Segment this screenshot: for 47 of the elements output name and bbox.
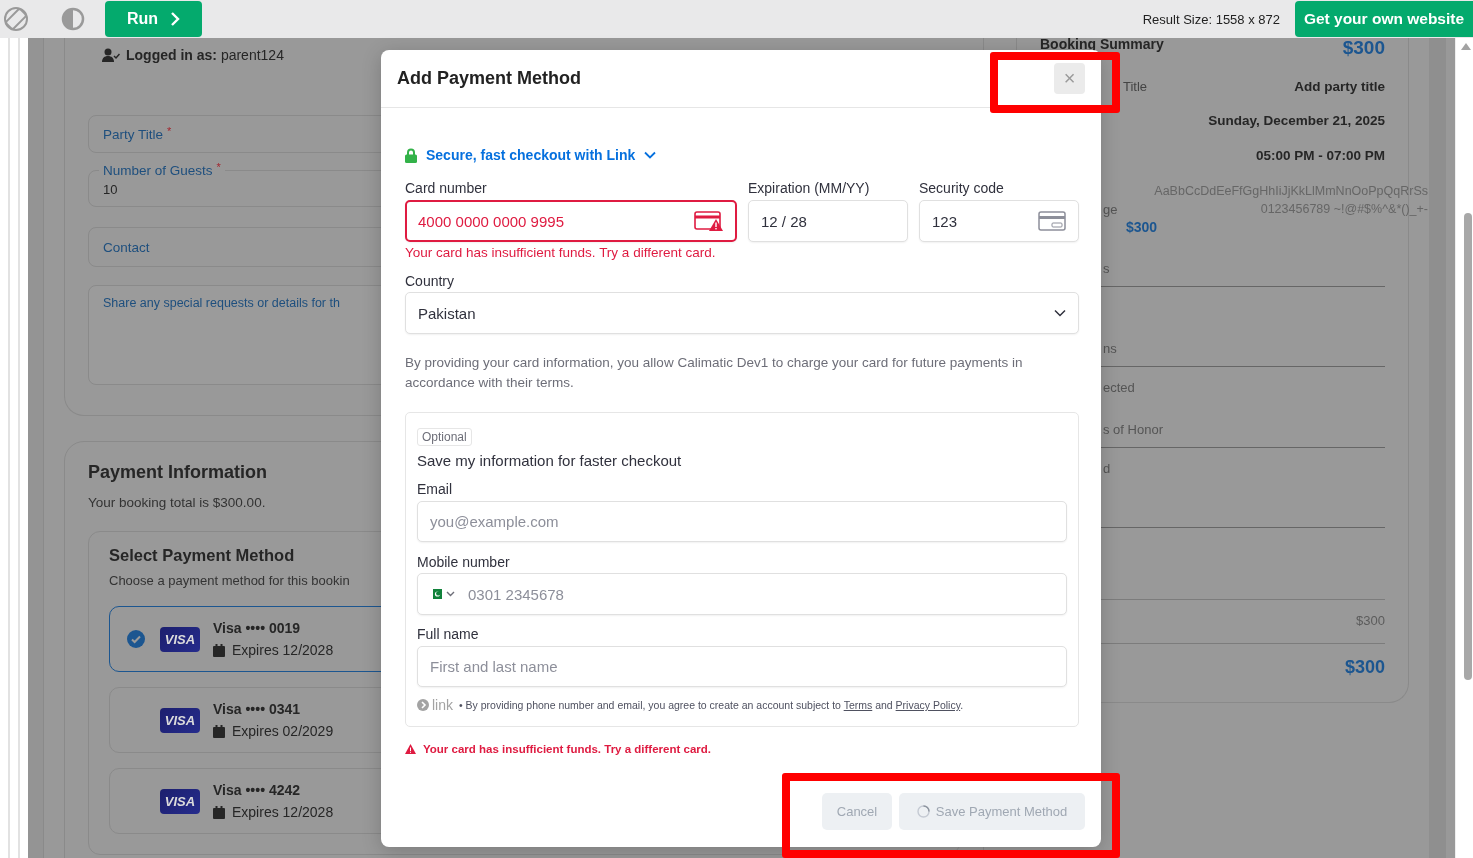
field-label: Security code: [919, 179, 1005, 197]
dialog-title: Add Payment Method: [397, 68, 581, 89]
summary-value: Sunday, December 21, 2025: [1208, 113, 1385, 128]
required-mark: *: [167, 125, 172, 137]
consent-text: By providing your card information, you allow Calimatic Dev1 to charge your card for future payments in accordance with their terms.: [405, 354, 1024, 392]
card-expiry: Expires 12/2028: [232, 803, 334, 822]
card-name: Visa •••• 4242: [213, 781, 302, 800]
card-expiry: Expires 12/2028: [232, 641, 334, 660]
save-info-title: Save my information for faster checkout: [417, 451, 683, 471]
field-label: Full name: [417, 625, 480, 643]
field-label: Email: [417, 480, 453, 498]
summary-label: s: [1103, 260, 1110, 278]
summary-label: ns: [1103, 340, 1117, 358]
summary-label: ected: [1103, 379, 1135, 397]
summary-title: Booking Summary: [1040, 38, 1164, 50]
summary-label: d: [1103, 460, 1111, 478]
summary-amount: $300: [1342, 38, 1385, 58]
card-expiry: Expires 02/2029: [232, 722, 334, 741]
error-message: Your card has insufficient funds. Try a different card.: [423, 742, 711, 757]
card-brand-logo: VISA: [160, 707, 200, 733]
summary-amount: $300: [1126, 219, 1158, 235]
summary-value: Add party title: [1294, 78, 1385, 94]
summary-label: ge: [1103, 201, 1118, 217]
subtotal-amount: $300: [1356, 612, 1385, 630]
section-subtitle: Your booking total is $300.00.: [88, 494, 266, 512]
field-label: Country: [405, 272, 456, 290]
field-label: Card number: [405, 179, 488, 197]
panel-subtitle: Choose a payment method for this bookin: [109, 572, 350, 590]
optional-badge: Optional: [417, 428, 472, 446]
error-text: Your card has insufficient funds. Try a different card.: [405, 245, 717, 261]
result-size-text: Result Size: 1558 x 872: [1142, 11, 1280, 27]
section-title: Payment Information: [88, 461, 268, 484]
summary-label: Title: [1123, 78, 1148, 94]
card-name: Visa •••• 0019: [213, 619, 302, 638]
terms-text: • By providing phone number and email, you agree to create an account subject to Terms and Privacy Policy.: [459, 698, 964, 713]
summary-label: s of Honor: [1103, 421, 1163, 439]
field-label: Mobile number: [417, 553, 511, 571]
field-value: 10: [103, 182, 118, 197]
card-name: Visa •••• 0341: [213, 700, 302, 719]
summary-value: 05:00 PM - 07:00 PM: [1255, 148, 1385, 163]
link-logo-text: link: [432, 697, 453, 713]
card-brand-logo: VISA: [160, 626, 200, 652]
card-brand-logo: VISA: [160, 788, 200, 814]
panel-title: Select Payment Method: [109, 545, 295, 566]
total-amount: $300: [1344, 656, 1385, 679]
logged-in-text: Logged in as: parent124: [126, 47, 284, 63]
field-label: Expiration (MM/YY): [748, 179, 871, 197]
